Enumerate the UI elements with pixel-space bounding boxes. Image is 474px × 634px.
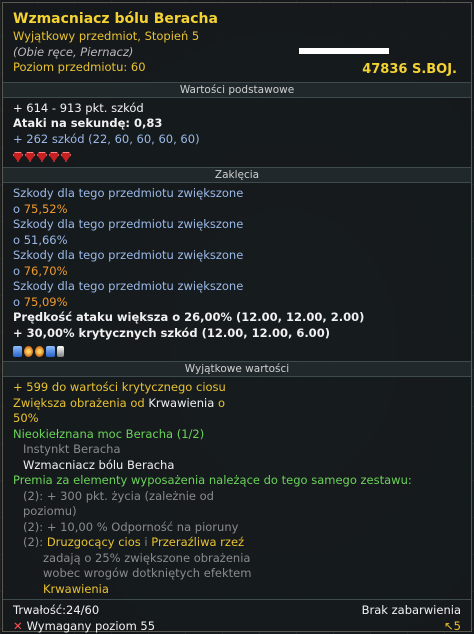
orange-rune-icon [24, 345, 33, 357]
elemental-damage: + 262 szkód (22, 60, 60, 60, 60) [13, 131, 200, 146]
item-tooltip: Wzmacniacz bólu Beracha Wyjątkowy przedm… [2, 2, 472, 634]
dye-status: Brak zabarwienia [361, 603, 461, 617]
enchant-prefix: o [13, 294, 24, 309]
item-rarity: Wyjątkowy przedmiot, Stopień 5 [13, 29, 200, 43]
attacks-per-second: Ataki na sekundę: 0,83 [13, 116, 163, 130]
enchant-percent: 76,70% [23, 263, 68, 278]
enchant-percent: 75,52% [23, 201, 68, 216]
base-damage: + 614 - 913 pkt. szkód [13, 100, 144, 115]
bleed-keyword: Krwawienia [148, 395, 215, 410]
red-gem-icon [49, 152, 59, 162]
durability: Trwałość:24/60 [13, 603, 100, 617]
crit-damage-bonus: + 30,00% krytycznych szkód (12.00, 12.00… [13, 325, 330, 340]
blue-rune-icon [13, 345, 22, 357]
attack-speed-bonus: Prędkość ataku większa o 26,00% (12.00, … [13, 310, 365, 324]
socket-gems [13, 149, 461, 165]
bleed-text-end: o [214, 395, 225, 410]
blue-rune-icon [46, 345, 55, 357]
enchant-line: Szkody dla tego przedmiotu zwiększone [13, 279, 244, 293]
bonus-sep: i [140, 535, 152, 549]
required-level: ✕ Wymagany poziom 55 [13, 618, 155, 634]
bleed-text: Zwiększa obrażenia od [13, 395, 149, 410]
section-enchant: Zaklęcia [3, 167, 471, 183]
enchant-prefix: o [13, 263, 24, 278]
set-bonus-skills-cont: zadają o 25% zwiększone obrażenia [43, 550, 251, 565]
skill-name: Przeraźliwa rzeź [151, 535, 245, 549]
set-bonus-life: (2): + 300 pkt. życia (zależnie od [23, 488, 214, 503]
enchant-value: o 75,52% [13, 202, 461, 218]
set-bonus-skills-cont: wobec wrogów dotkniętych efektem [43, 566, 252, 580]
section-base-stats: Wartości podstawowe [3, 81, 471, 98]
red-gem-icon [13, 152, 23, 162]
cursor-label: 5 [453, 619, 461, 633]
enchant-value: o 51,66% [13, 233, 461, 249]
enchant-runes [13, 343, 461, 359]
enchant-value: o 75,09% [13, 295, 461, 311]
enchant-line: Szkody dla tego przedmiotu zwiększone [13, 186, 244, 200]
cursor-icon: ↖5 [444, 619, 461, 633]
set-bonus-skills: (2): Druzgocący cios i Przeraźliwa rzeź [13, 535, 461, 551]
enchant-value: o 76,70% [13, 264, 461, 280]
set-bonus-skills-cont: Krwawienia [43, 581, 109, 596]
enchant-prefix: o [13, 232, 24, 247]
set-bonus-life-cont: poziomu) [23, 504, 77, 518]
red-gem-icon [25, 152, 35, 162]
hourglass-icon [57, 345, 64, 357]
skill-name: Druzgocący cios [46, 535, 141, 549]
enchant-percent: 75,09% [23, 294, 68, 309]
enchant-prefix: o [13, 201, 24, 216]
red-gem-icon [37, 152, 47, 162]
red-gem-icon [61, 152, 71, 162]
set-item: Instynkt Beracha [23, 442, 121, 456]
set-bonus-header: Premia za elementy wyposażenia należące … [13, 473, 412, 487]
crit-value-bonus: + 599 do wartości krytycznego ciosu [13, 380, 226, 394]
enchant-line: Szkody dla tego przedmiotu zwiększone [13, 217, 244, 231]
set-name: Nieokiełznana moc Beracha (1/2) [13, 426, 205, 441]
set-bonus-resist: (2): + 10,00 % Odporność na pioruny [23, 519, 239, 534]
bleed-bonus: Zwiększa obrażenia od Krwawienia o [13, 396, 461, 412]
set-item-owned: Wzmacniacz bólu Beracha [23, 457, 175, 472]
tooltip-footer: Trwałość:24/60 Brak zabarwienia ✕ Wymagan… [3, 599, 471, 634]
item-price: 47836 S.BOJ. [362, 62, 457, 77]
item-type: (Obie ręce, Piernacz) [13, 44, 134, 59]
required-level-text: Wymagany poziom 55 [26, 619, 156, 633]
item-name: Wzmacniacz bólu Beracha [13, 11, 218, 27]
bleed-percent: 50% [13, 411, 39, 425]
orange-rune-icon [35, 345, 44, 357]
enchant-percent: 51,66% [23, 232, 68, 247]
redacted-bar [299, 48, 389, 54]
enchant-line: Szkody dla tego przedmiotu zwiększone [13, 248, 244, 262]
section-unique: Wyjątkowe wartości [3, 361, 471, 377]
bonus-prefix: (2): [23, 535, 47, 549]
requirement-icon: ✕ [13, 619, 23, 633]
